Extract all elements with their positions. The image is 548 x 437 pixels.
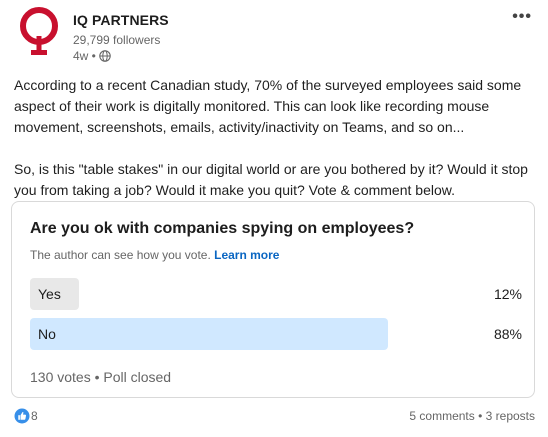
reaction-count[interactable]: 8 — [31, 409, 38, 423]
poll-result-bar — [30, 318, 388, 350]
poll-option-label: Yes — [38, 286, 61, 302]
poll-note-text: The author can see how you vote. — [30, 248, 211, 262]
comments-count-link[interactable]: 5 comments — [409, 409, 474, 423]
post-paragraph: According to a recent Canadian study, 70… — [14, 77, 522, 135]
post-header: IQ PARTNERS 29,799 followers 4w • ••• — [0, 0, 548, 66]
post-body: According to a recent Canadian study, 70… — [14, 75, 534, 201]
poll-card: Are you ok with companies spying on empl… — [11, 201, 535, 398]
poll-option-percent: 12% — [493, 286, 522, 302]
engagement-counts: 5 comments • 3 reposts — [409, 409, 535, 423]
like-icon[interactable] — [14, 408, 30, 424]
poll-option-percent: 88% — [493, 326, 522, 342]
post-time: 4w • — [73, 49, 111, 63]
follower-count: 29,799 followers — [73, 33, 161, 47]
time-ago: 4w • — [73, 49, 96, 63]
post-paragraph: So, is this "table stakes" in our digita… — [14, 161, 528, 198]
engagement-separator: • — [474, 409, 486, 423]
globe-icon — [99, 50, 111, 62]
social-counts: 8 5 comments • 3 reposts — [0, 405, 548, 431]
poll-status: 130 votes • Poll closed — [30, 369, 172, 385]
poll-visibility-note: The author can see how you vote. Learn m… — [30, 248, 279, 262]
poll-option-label: No — [38, 326, 56, 342]
learn-more-link[interactable]: Learn more — [214, 248, 279, 262]
company-name[interactable]: IQ PARTNERS — [73, 12, 169, 28]
reposts-count-link[interactable]: 3 reposts — [486, 409, 535, 423]
more-options-button[interactable]: ••• — [512, 8, 532, 26]
poll-option-no: No 88% — [30, 318, 522, 350]
poll-option-yes: Yes 12% — [30, 278, 522, 310]
poll-question: Are you ok with companies spying on empl… — [30, 220, 415, 237]
company-logo[interactable] — [17, 6, 63, 58]
